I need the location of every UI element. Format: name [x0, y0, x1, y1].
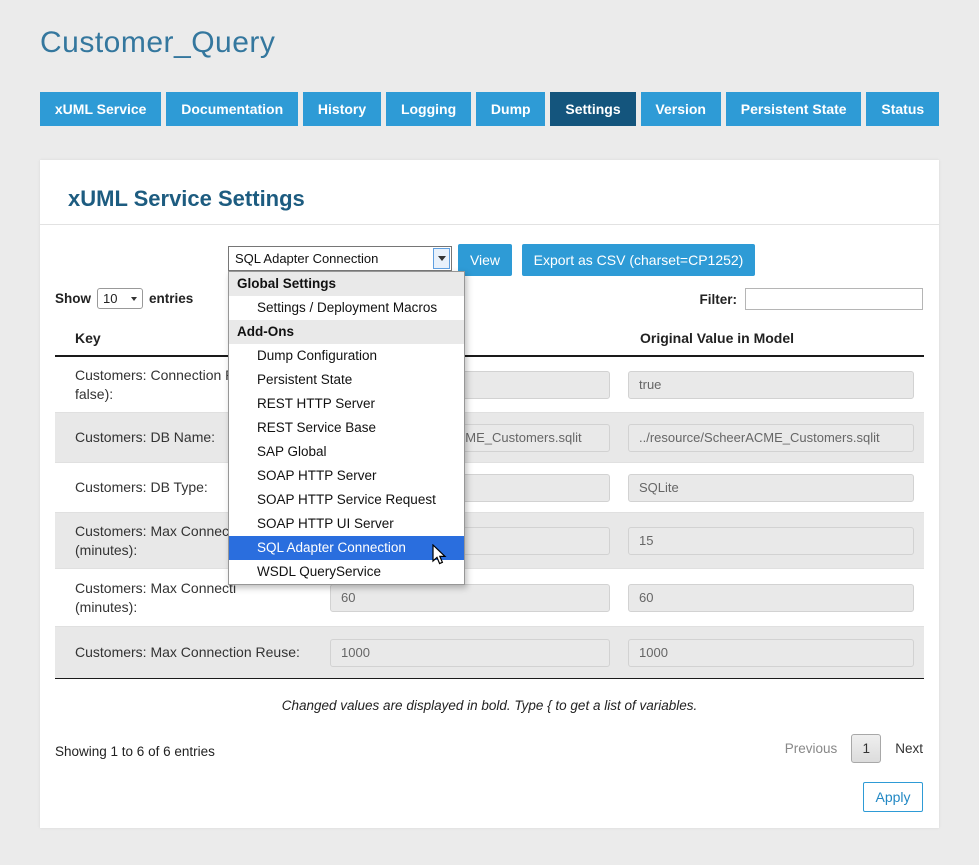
dropdown-item-persistent-state[interactable]: Persistent State — [229, 368, 464, 392]
tab-xuml-service[interactable]: xUML Service — [40, 92, 161, 126]
main-nav-tabs: xUML Service Documentation History Loggi… — [40, 92, 939, 126]
header-original-value[interactable]: Original Value in Model — [628, 330, 924, 346]
category-dropdown-list: Global Settings Settings / Deployment Ma… — [228, 271, 465, 585]
dropdown-item-dump-configuration[interactable]: Dump Configuration — [229, 344, 464, 368]
tab-documentation[interactable]: Documentation — [166, 92, 298, 126]
chevron-down-icon — [131, 297, 137, 301]
settings-category-select-value: SQL Adapter Connection — [235, 251, 378, 266]
tab-history[interactable]: History — [303, 92, 381, 126]
dropdown-item-settings-deployment-macros[interactable]: Settings / Deployment Macros — [229, 296, 464, 320]
view-button[interactable]: View — [458, 244, 512, 276]
table-row: Customers: DB Name: — [55, 412, 924, 462]
page-length-select[interactable]: 10 — [97, 288, 143, 309]
dropdown-item-soap-http-ui-server[interactable]: SOAP HTTP UI Server — [229, 512, 464, 536]
filter-input[interactable] — [745, 288, 923, 310]
table-header: Key Value Original Value in Model — [55, 320, 924, 357]
filter-label: Filter: — [699, 292, 737, 307]
dropdown-item-soap-http-server[interactable]: SOAP HTTP Server — [229, 464, 464, 488]
pagination: Previous 1 Next — [785, 734, 923, 763]
dropdown-item-wsdl-queryservice[interactable]: WSDL QueryService — [229, 560, 464, 584]
table-info: Showing 1 to 6 of 6 entries — [55, 744, 215, 759]
setting-key: Customers: Max Connection Reuse: — [55, 643, 330, 662]
pagination-page-1[interactable]: 1 — [851, 734, 881, 763]
tab-dump[interactable]: Dump — [476, 92, 545, 126]
table-row: Customers: Max Connecti (minutes): — [55, 512, 924, 568]
setting-original-value-input[interactable] — [628, 474, 914, 502]
export-csv-button[interactable]: Export as CSV (charset=CP1252) — [522, 244, 755, 276]
table-row: Customers: Max Connection Reuse: — [55, 626, 924, 678]
page-title: Customer_Query — [40, 26, 275, 60]
setting-value-input[interactable] — [330, 639, 610, 667]
dropdown-item-sap-global[interactable]: SAP Global — [229, 440, 464, 464]
settings-panel: xUML Service Settings SQL Adapter Connec… — [40, 160, 939, 828]
tab-version[interactable]: Version — [641, 92, 721, 126]
settings-table: Customers: Connection P false): Customer… — [55, 357, 924, 679]
entries-label: entries — [149, 291, 193, 306]
table-row: Customers: DB Type: — [55, 462, 924, 512]
setting-original-value-input[interactable] — [628, 527, 914, 555]
setting-value-input[interactable] — [330, 584, 610, 612]
table-row: Customers: Max Connecti (minutes): — [55, 568, 924, 626]
dropdown-item-rest-service-base[interactable]: REST Service Base — [229, 416, 464, 440]
dropdown-item-sql-adapter-connection[interactable]: SQL Adapter Connection — [229, 536, 464, 560]
tab-status[interactable]: Status — [866, 92, 939, 126]
tab-persistent-state[interactable]: Persistent State — [726, 92, 862, 126]
apply-button[interactable]: Apply — [863, 782, 923, 812]
chevron-down-icon — [438, 256, 446, 261]
heading-divider — [40, 224, 939, 225]
filter-control: Filter: — [699, 288, 923, 310]
table-note: Changed values are displayed in bold. Ty… — [40, 698, 939, 713]
panel-heading: xUML Service Settings — [68, 186, 305, 212]
tab-logging[interactable]: Logging — [386, 92, 471, 126]
show-label: Show — [55, 291, 91, 306]
dropdown-group-add-ons: Add-Ons — [229, 320, 464, 344]
pagination-next[interactable]: Next — [895, 741, 923, 756]
select-arrow-box[interactable] — [433, 248, 450, 269]
table-row: Customers: Connection P false): — [55, 357, 924, 412]
setting-original-value-input[interactable] — [628, 584, 914, 612]
setting-original-value-input[interactable] — [628, 639, 914, 667]
page-length-control: Show 10 entries — [55, 288, 193, 309]
tab-settings[interactable]: Settings — [550, 92, 635, 126]
dropdown-item-soap-http-service-request[interactable]: SOAP HTTP Service Request — [229, 488, 464, 512]
setting-original-value-input[interactable] — [628, 424, 914, 452]
settings-category-select[interactable]: SQL Adapter Connection — [228, 246, 452, 271]
dropdown-item-rest-http-server[interactable]: REST HTTP Server — [229, 392, 464, 416]
page-length-value: 10 — [103, 291, 117, 306]
dropdown-group-global-settings: Global Settings — [229, 272, 464, 296]
setting-original-value-input[interactable] — [628, 371, 914, 399]
pagination-previous[interactable]: Previous — [785, 741, 838, 756]
